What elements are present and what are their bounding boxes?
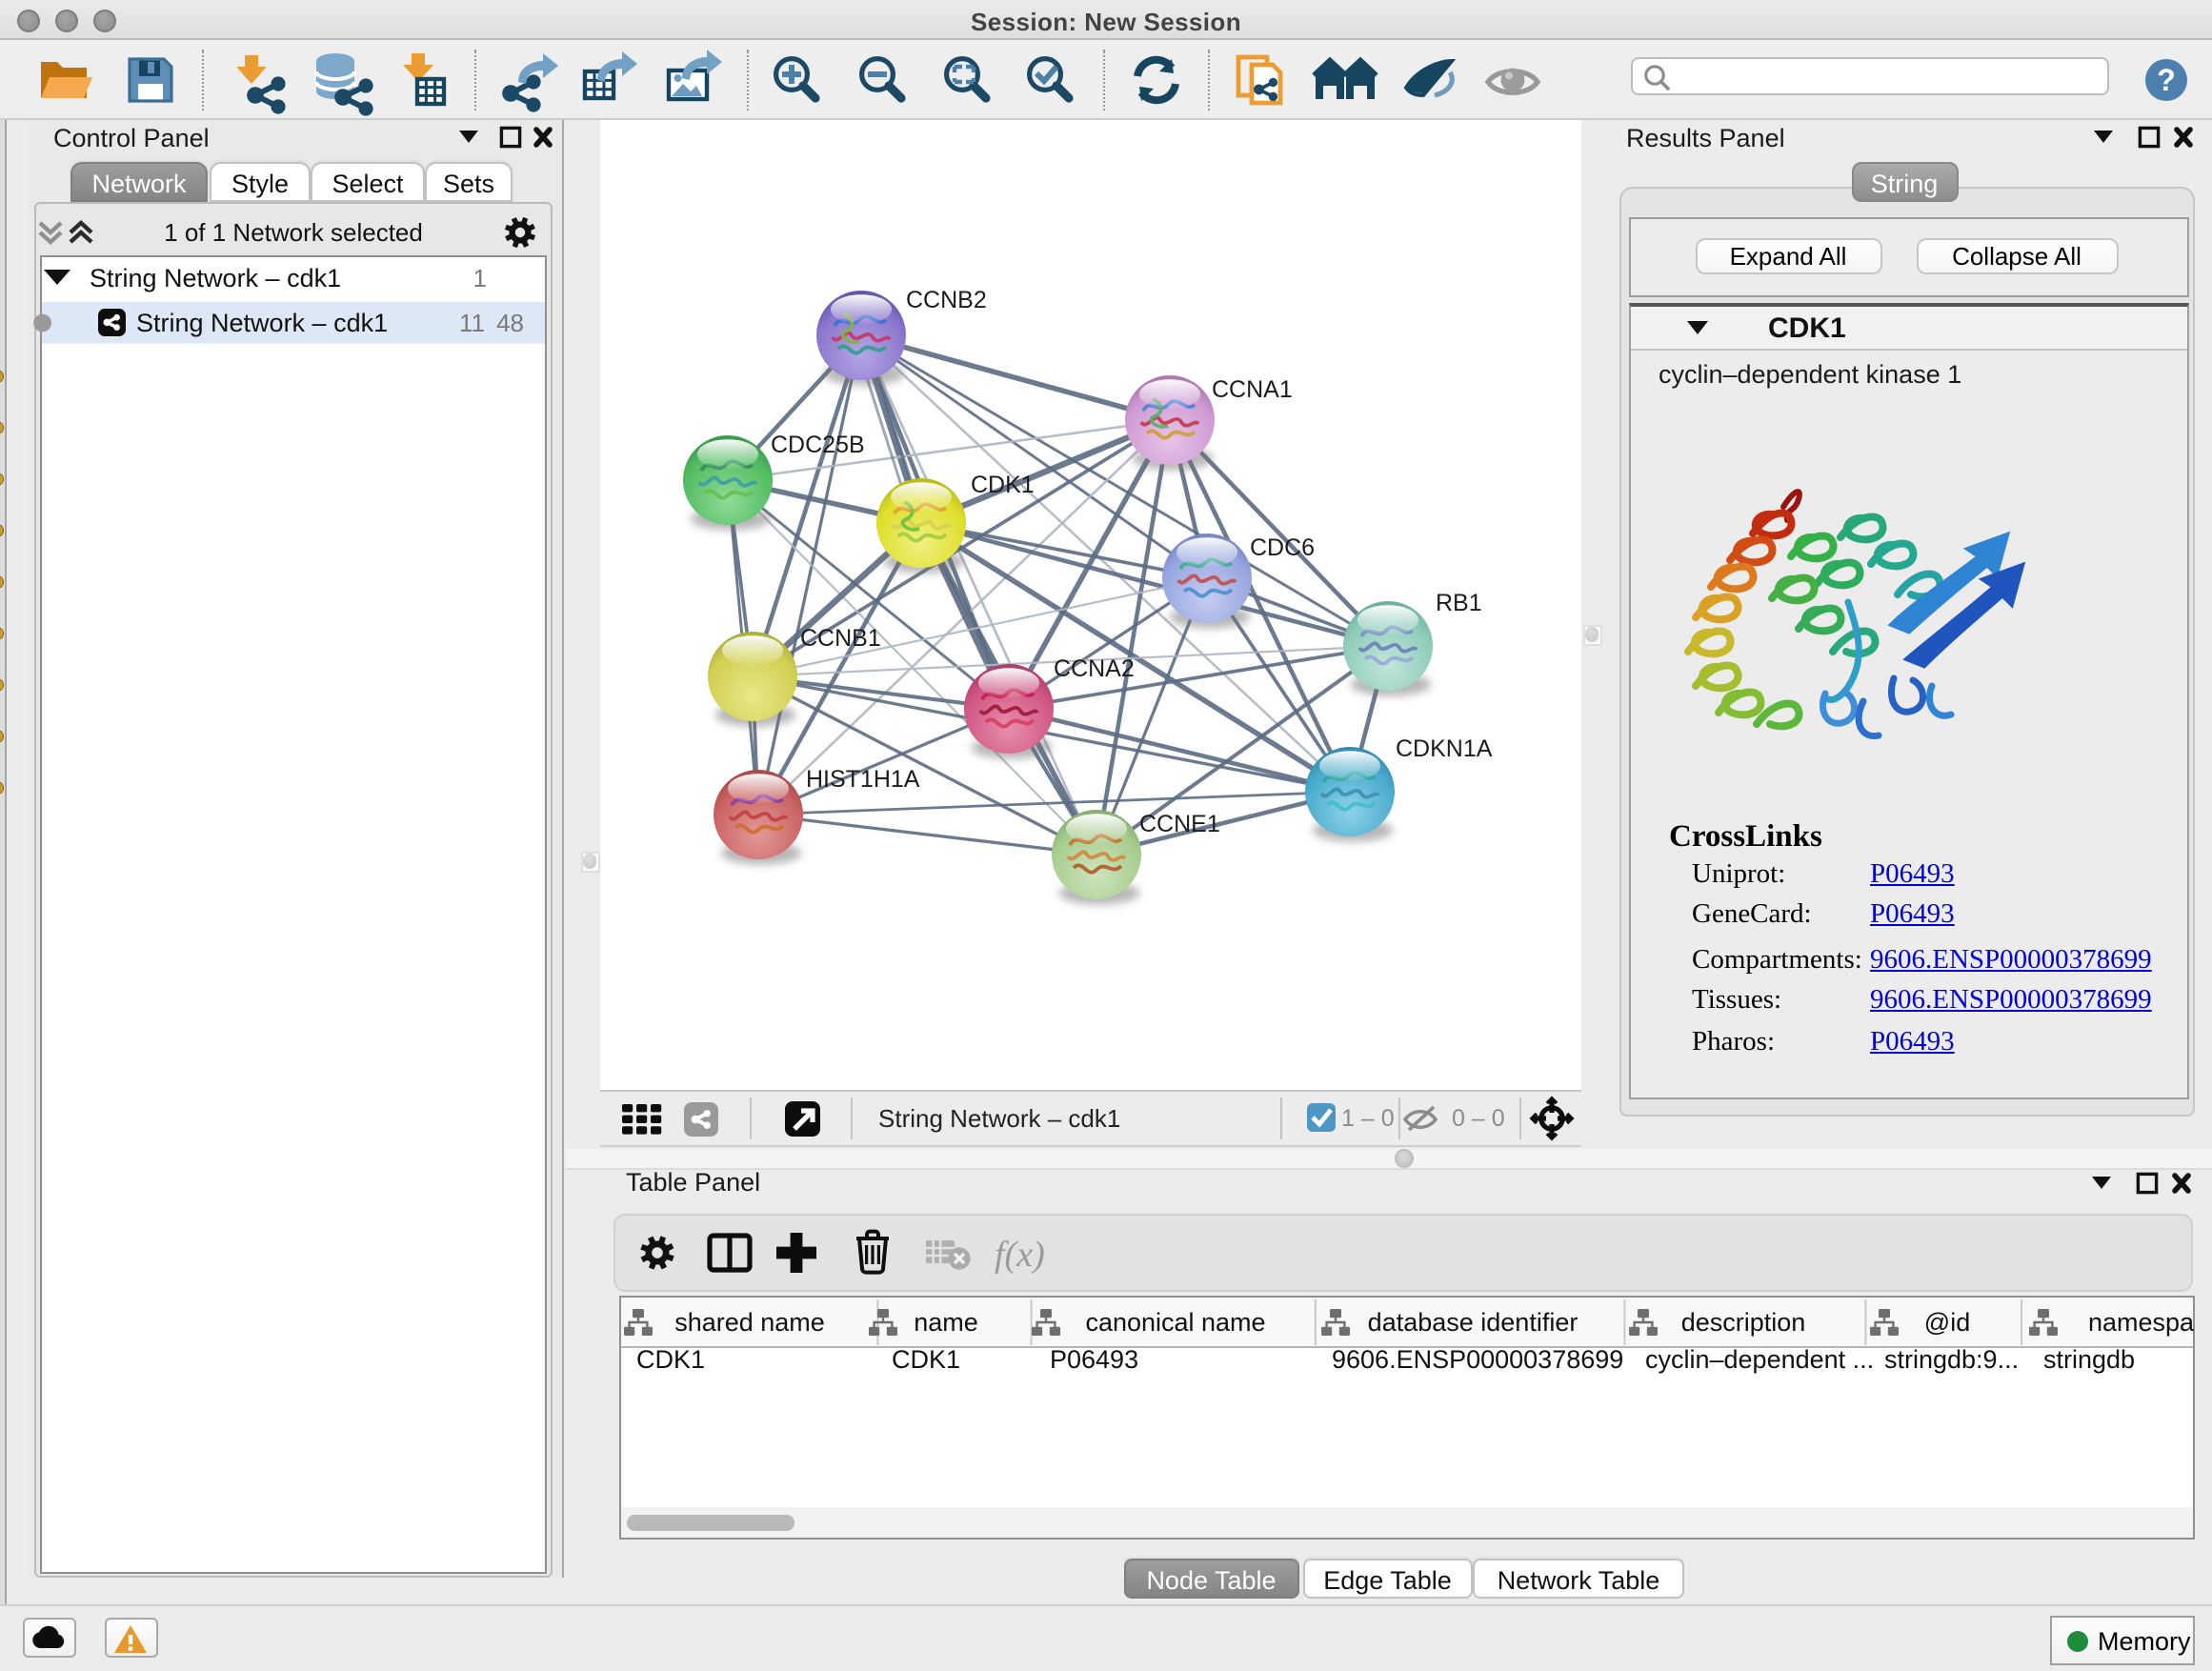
svg-text:String Network – cdk1: String Network – cdk1 (136, 309, 388, 337)
svg-text:CDC6: CDC6 (1249, 534, 1314, 561)
svg-text:P06493: P06493 (1050, 1345, 1138, 1374)
svg-text:canonical name: canonical name (1085, 1308, 1265, 1337)
svg-text:shared name: shared name (674, 1308, 825, 1337)
svg-text:stringdb: stringdb (2043, 1345, 2135, 1374)
svg-text:description: description (1681, 1308, 1806, 1337)
svg-text:CCNB2: CCNB2 (905, 287, 986, 313)
svg-text:0 – 0: 0 – 0 (1451, 1105, 1504, 1132)
svg-text:cyclin–dependent ...: cyclin–dependent ... (1645, 1345, 1874, 1374)
svg-text:CDKN1A: CDKN1A (1395, 735, 1492, 762)
svg-text:CCNA2: CCNA2 (1053, 655, 1134, 682)
svg-text:CCNA1: CCNA1 (1211, 376, 1292, 403)
svg-text:namespac: namespac (2088, 1308, 2195, 1337)
svg-text:database identifier: database identifier (1368, 1308, 1579, 1337)
svg-text:9606.ENSP00000378699: 9606.ENSP00000378699 (1332, 1345, 1623, 1374)
svg-text:name: name (914, 1308, 978, 1337)
svg-text:CCNB1: CCNB1 (799, 625, 880, 652)
svg-text:@id: @id (1924, 1308, 1970, 1337)
svg-text:String Network – cdk1: String Network – cdk1 (877, 1104, 1119, 1133)
svg-text:1 of 1 Network selected: 1 of 1 Network selected (164, 218, 423, 247)
svg-text:stringdb:9...: stringdb:9... (1884, 1345, 2019, 1374)
svg-text:CDK1: CDK1 (892, 1345, 960, 1374)
svg-text:11: 11 (459, 309, 485, 337)
svg-text:1 – 0: 1 – 0 (1340, 1105, 1394, 1132)
svg-text:HIST1H1A: HIST1H1A (805, 766, 919, 793)
svg-text:?: ? (2157, 63, 2176, 97)
svg-text:1: 1 (473, 264, 487, 292)
svg-text:RB1: RB1 (1435, 590, 1481, 616)
svg-text:48: 48 (496, 309, 524, 337)
svg-text:CDK1: CDK1 (636, 1345, 705, 1374)
svg-text:String Network – cdk1: String Network – cdk1 (90, 264, 341, 292)
svg-text:CDK1: CDK1 (970, 472, 1034, 498)
svg-text:CCNE1: CCNE1 (1138, 811, 1219, 837)
svg-text:CDC25B: CDC25B (770, 432, 864, 458)
svg-text:f(x): f(x) (995, 1235, 1045, 1275)
